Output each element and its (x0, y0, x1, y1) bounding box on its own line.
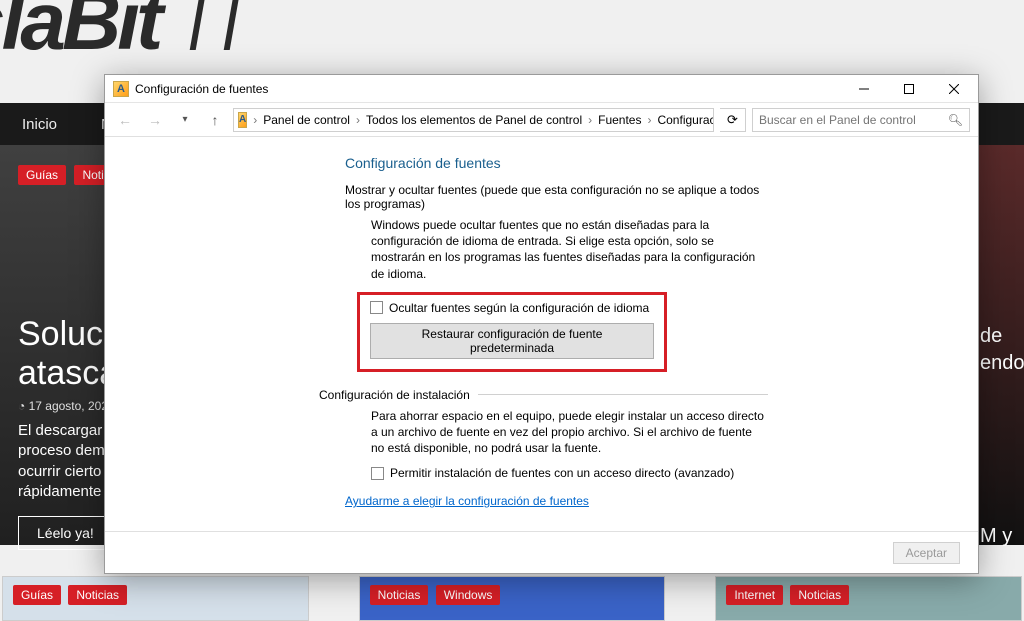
dialog-body: Configuración de fuentes Mostrar y ocult… (105, 137, 978, 531)
window-title: Configuración de fuentes (135, 82, 841, 96)
card0-tag2[interactable]: Noticias (68, 585, 127, 605)
highlight-box: Ocultar fuentes según la configuración d… (357, 292, 667, 372)
nav-forward-button[interactable]: → (143, 108, 167, 132)
address-bar: ← → ▾ ↑ A › Panel de control › Todos los… (105, 103, 978, 137)
fonts-app-icon: A (113, 81, 129, 97)
chevron-right-icon: › (645, 113, 653, 127)
hero-read-button[interactable]: Léelo ya! (18, 516, 113, 550)
card2-tag1[interactable]: Internet (726, 585, 783, 605)
section-hide-fonts-header: Mostrar y ocultar fuentes (puede que est… (345, 183, 768, 211)
restore-defaults-button[interactable]: Restaurar configuración de fuente predet… (370, 323, 654, 359)
hide-fonts-checkbox-row[interactable]: Ocultar fuentes según la configuración d… (370, 301, 654, 315)
dialog-footer: Aceptar (105, 531, 978, 573)
close-button[interactable] (931, 75, 976, 102)
breadcrumb-fonts-icon: A (238, 112, 247, 128)
help-link[interactable]: Ayudarme a elegir la configuración de fu… (345, 494, 589, 508)
section-hide-fonts-desc: Windows puede ocultar fuentes que no est… (345, 217, 768, 282)
bottom-card-2[interactable]: Internet Noticias (715, 576, 1022, 621)
maximize-icon (904, 84, 914, 94)
right-hero-strip: de endo M y (974, 145, 1024, 545)
search-icon[interactable]: 🔍︎ (948, 113, 963, 127)
fonts-settings-window: A Configuración de fuentes ← → ▾ ↑ A › P… (104, 74, 979, 574)
allow-shortcut-checkbox-label: Permitir instalación de fuentes con un a… (390, 466, 734, 480)
card2-tag2[interactable]: Noticias (790, 585, 849, 605)
titlebar[interactable]: A Configuración de fuentes (105, 75, 978, 103)
card1-tag1[interactable]: Noticias (370, 585, 429, 605)
site-logo-text: slaBit (0, 0, 159, 69)
allow-shortcut-checkbox-row[interactable]: Permitir instalación de fuentes con un a… (345, 466, 768, 480)
card0-tag1[interactable]: Guías (13, 585, 61, 605)
section-install-header: Configuración de instalación (319, 388, 768, 402)
close-icon (949, 84, 959, 94)
site-logo-accent (190, 0, 241, 50)
nav-back-button[interactable]: ← (113, 108, 137, 132)
breadcrumb[interactable]: A › Panel de control › Todos los element… (233, 108, 714, 132)
breadcrumb-seg-3[interactable]: Configuración de fuentes (653, 113, 714, 127)
nav-up-button[interactable]: ↑ (203, 108, 227, 132)
bottom-cards-row: Guías Noticias Noticias Windows Internet… (0, 576, 1024, 621)
chevron-right-icon: › (251, 113, 259, 127)
hide-fonts-checkbox[interactable] (370, 301, 383, 314)
nav-recent-button[interactable]: ▾ (173, 108, 197, 132)
search-box[interactable]: 🔍︎ (752, 108, 970, 132)
breadcrumb-seg-2[interactable]: Fuentes (594, 113, 645, 127)
accept-button[interactable]: Aceptar (893, 542, 960, 564)
chevron-right-icon: › (354, 113, 362, 127)
allow-shortcut-checkbox[interactable] (371, 467, 384, 480)
refresh-button[interactable]: ⟳ (720, 108, 746, 132)
minimize-icon (859, 84, 869, 94)
chevron-right-icon: › (586, 113, 594, 127)
section-install-desc: Para ahorrar espacio en el equipo, puede… (345, 408, 768, 457)
search-input[interactable] (759, 113, 944, 127)
bottom-card-0[interactable]: Guías Noticias (2, 576, 309, 621)
bottom-card-1[interactable]: Noticias Windows (359, 576, 666, 621)
minimize-button[interactable] (841, 75, 886, 102)
nav-inicio[interactable]: Inicio (0, 116, 79, 133)
maximize-button[interactable] (886, 75, 931, 102)
breadcrumb-seg-0[interactable]: Panel de control (259, 113, 354, 127)
hide-fonts-checkbox-label: Ocultar fuentes según la configuración d… (389, 301, 649, 315)
breadcrumb-seg-1[interactable]: Todos los elementos de Panel de control (362, 113, 586, 127)
hero-tag-guias[interactable]: Guías (18, 165, 66, 185)
card1-tag2[interactable]: Windows (436, 585, 501, 605)
page-heading: Configuración de fuentes (345, 155, 768, 171)
